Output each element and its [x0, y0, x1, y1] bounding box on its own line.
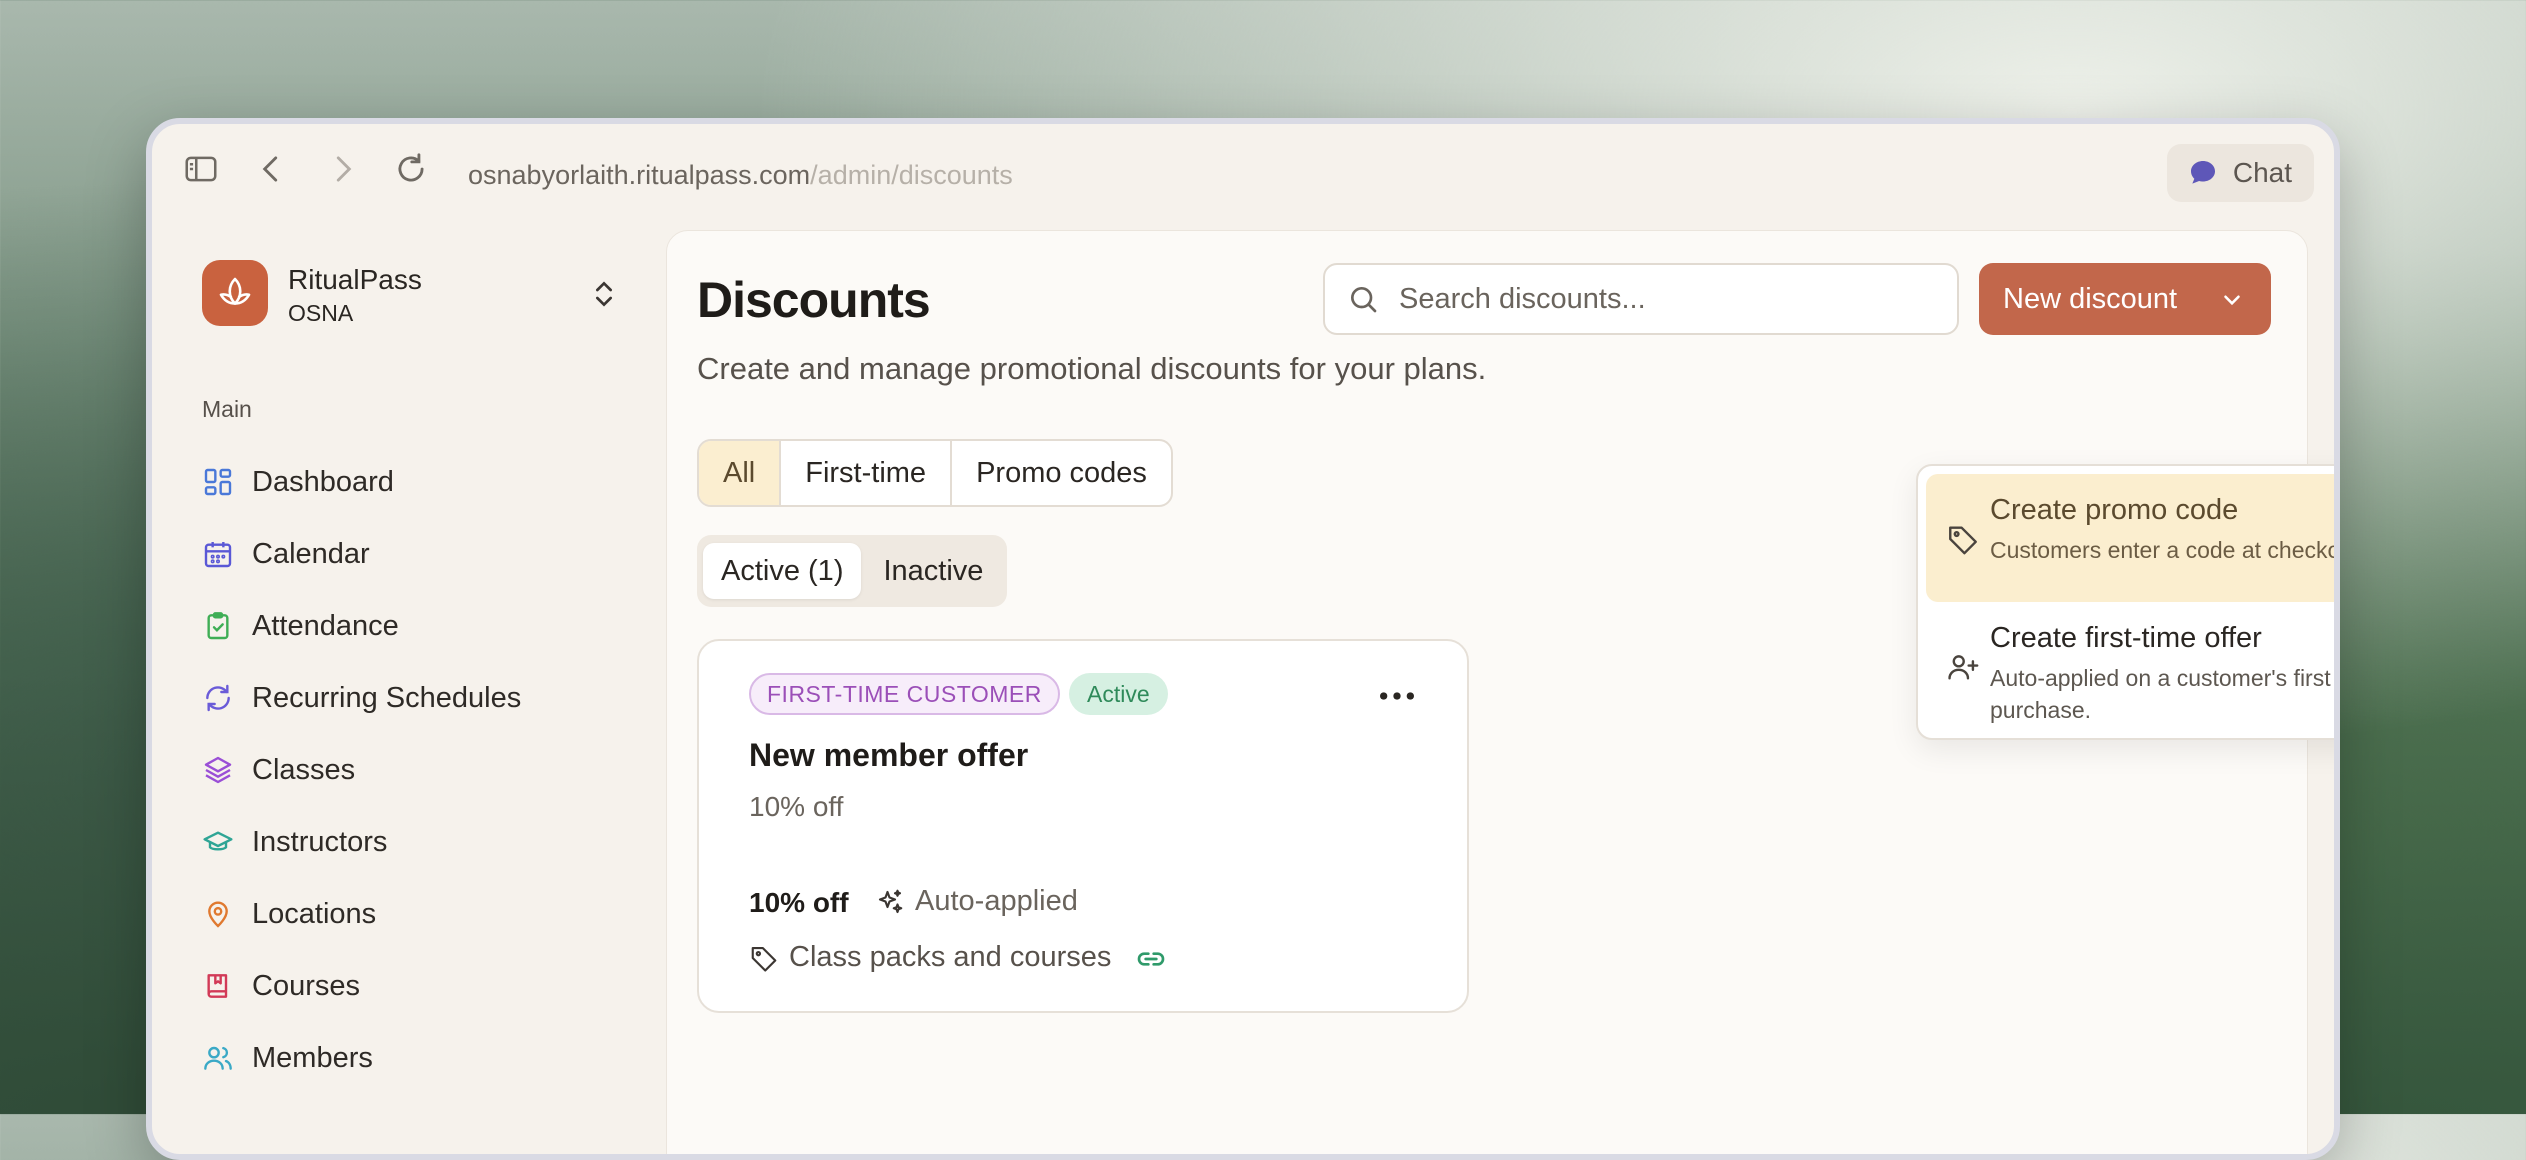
clipboard-check-icon — [207, 612, 229, 640]
reload-icon[interactable] — [392, 150, 430, 188]
link-icon[interactable] — [1135, 943, 1167, 975]
sidebar-item-calendar[interactable]: Calendar — [202, 518, 622, 590]
users-icon — [204, 1046, 232, 1070]
menu-item-create-promo-code[interactable]: Create promo code Customers enter a code… — [1926, 474, 2340, 602]
user-plus-icon — [1948, 655, 1979, 680]
sidebar-item-courses[interactable]: Courses — [202, 950, 622, 1022]
sidebar-item-recurring-schedules[interactable]: Recurring Schedules — [202, 662, 622, 734]
sidebar-item-label: Classes — [252, 753, 356, 786]
dashboard-icon — [204, 468, 232, 496]
more-options-icon[interactable] — [1377, 681, 1417, 711]
search-icon — [1351, 287, 1377, 313]
url-host: osnabyorlaith.ritualpass.com — [468, 160, 811, 190]
filter-all[interactable]: All — [699, 441, 782, 505]
sidebar-item-locations[interactable]: Locations — [202, 878, 622, 950]
brand-logo — [202, 260, 268, 326]
sidebar-item-label: Instructors — [252, 825, 388, 858]
sidebar-item-classes[interactable]: Classes — [202, 734, 622, 806]
tab-active[interactable]: Active (1) — [703, 543, 862, 599]
map-pin-icon — [208, 901, 228, 928]
sidebar-item-label: Attendance — [252, 609, 399, 642]
menu-item-title: Create first-time offer — [1990, 622, 2262, 654]
book-icon — [207, 974, 228, 998]
tag-icon — [751, 946, 777, 972]
workspace-switch-icon[interactable] — [588, 276, 620, 312]
tag-icon — [1949, 526, 1977, 555]
discount-application: Auto-applied — [875, 885, 1078, 918]
discount-title: New member offer — [749, 737, 1029, 773]
forward-icon[interactable] — [324, 150, 362, 188]
calendar-icon — [204, 542, 232, 568]
search-box — [1323, 263, 1959, 335]
type-filter: All First-time Promo codes — [697, 439, 1173, 507]
browser-window: osnabyorlaith.ritualpass.com/admin/disco… — [146, 118, 2340, 1160]
menu-item-title: Create promo code — [1990, 494, 2239, 526]
tab-inactive[interactable]: Inactive — [865, 543, 1001, 599]
brand-name: RitualPass — [288, 264, 422, 295]
chevron-down-icon — [2224, 295, 2240, 306]
filter-first-time[interactable]: First-time — [781, 441, 953, 505]
status-badge: Active — [1069, 673, 1168, 715]
url-path: /admin/discounts — [810, 160, 1013, 190]
application-label: Auto-applied — [915, 885, 1078, 917]
discount-subtitle: 10% off — [749, 791, 844, 822]
search-input[interactable] — [1397, 281, 1921, 317]
lotus-icon — [219, 277, 251, 305]
new-discount-label: New discount — [2003, 282, 2178, 315]
menu-item-description: Auto-applied on a customer's first purch… — [1990, 665, 2331, 723]
sidebar-toggle-icon[interactable] — [182, 150, 220, 188]
chat-bubble-icon — [2190, 161, 2215, 184]
discount-scope: Class packs and courses — [749, 941, 1111, 974]
sidebar-item-members[interactable]: Members — [202, 1022, 622, 1094]
brand-workspace: OSNA — [288, 300, 354, 326]
sidebar-item-label: Calendar — [252, 537, 370, 570]
refresh-icon — [206, 684, 230, 712]
status-tabs: Active (1) Inactive — [697, 535, 1008, 607]
discount-amount: 10% off — [749, 887, 849, 918]
sidebar-item-label: Locations — [252, 897, 377, 930]
sidebar-item-label: Members — [252, 1041, 373, 1074]
new-discount-menu: Create promo code Customers enter a code… — [1916, 464, 2340, 740]
sidebar-item-label: Dashboard — [252, 465, 394, 498]
discount-card[interactable]: FIRST-TIME CUSTOMER Active New member of… — [697, 639, 1469, 1013]
sidebar-item-label: Courses — [252, 969, 360, 1002]
back-icon[interactable] — [252, 150, 290, 188]
browser-toolbar: osnabyorlaith.ritualpass.com/admin/disco… — [152, 124, 2334, 214]
discount-type-badge: FIRST-TIME CUSTOMER — [749, 673, 1060, 715]
sidebar-nav: Dashboard Calendar Attendance Recurring … — [202, 446, 622, 1094]
sidebar-item-dashboard[interactable]: Dashboard — [202, 446, 622, 518]
filter-promo-codes[interactable]: Promo codes — [952, 441, 1171, 505]
scope-label: Class packs and courses — [789, 941, 1112, 973]
sidebar-item-label: Recurring Schedules — [252, 681, 522, 714]
graduation-cap-icon — [203, 831, 233, 851]
sidebar-item-instructors[interactable]: Instructors — [202, 806, 622, 878]
chat-button[interactable]: Chat — [2166, 144, 2314, 202]
address-bar[interactable]: osnabyorlaith.ritualpass.com/admin/disco… — [468, 160, 1013, 191]
new-discount-button[interactable]: New discount — [1979, 263, 2271, 335]
sidebar-section-main: Main — [202, 396, 252, 422]
menu-item-create-first-time-offer[interactable]: Create first-time offer Auto-applied on … — [1926, 602, 2334, 730]
chat-label: Chat — [2232, 157, 2292, 188]
sidebar-item-attendance[interactable]: Attendance — [202, 590, 622, 662]
page-subtitle: Create and manage promotional discounts … — [697, 351, 1487, 386]
layers-icon — [204, 756, 232, 784]
sparkles-icon — [878, 889, 903, 913]
page-title: Discounts — [697, 272, 931, 328]
menu-item-description: Customers enter a code at checkout. — [1990, 537, 2340, 563]
